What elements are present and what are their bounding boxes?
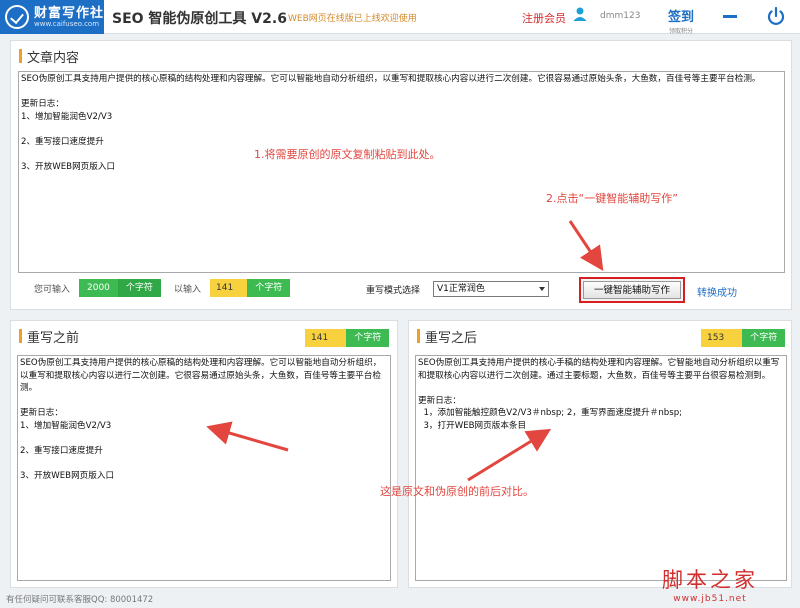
accent-bar (19, 49, 22, 63)
article-input[interactable]: SEO伪原创工具支持用户提供的核心原稿的结构处理和内容理解。它可以智能地自动分析… (18, 71, 785, 273)
before-unit: 个字符 (346, 329, 390, 347)
rewrite-mode-value: V1正常润色 (437, 284, 485, 294)
register-link[interactable]: 注册会员 (522, 10, 566, 26)
before-text-area[interactable]: SEO伪原创工具支持用户提供的核心原稿的结构处理和内容理解。它可以智能地自动分析… (17, 355, 391, 581)
article-title: 文章内容 (27, 51, 80, 66)
accent-bar (19, 329, 22, 343)
after-unit: 个字符 (742, 329, 786, 347)
before-counter: 141 个字符 (305, 329, 390, 347)
before-count: 141 (305, 329, 347, 347)
watermark-url: www.jb51.net (673, 594, 747, 604)
before-title: 重写之前 (27, 331, 80, 346)
annotation-step2: 2.点击“一键智能辅助写作” (546, 192, 678, 205)
after-text: SEO伪原创工具支持用户提供的核心手稿的结构处理和内容理解。它智能地自动分析组织… (418, 358, 780, 431)
can-input-value: 2000 (79, 279, 118, 297)
entered-value: 141 (210, 279, 248, 297)
before-panel: 重写之前 141 个字符 SEO伪原创工具支持用户提供的核心原稿的结构处理和内容… (10, 320, 398, 588)
after-text-area[interactable]: SEO伪原创工具支持用户提供的核心手稿的结构处理和内容理解。它智能地自动分析组织… (415, 355, 787, 581)
after-count: 153 (701, 329, 743, 347)
chevron-down-icon (539, 287, 545, 291)
rewrite-button[interactable]: 一键智能辅助写作 (579, 277, 685, 303)
entered-unit: 个字符 (247, 279, 291, 297)
app-title: SEO 智能伪原创工具 V2.6 (112, 11, 287, 27)
rewrite-button-label: 一键智能辅助写作 (583, 281, 681, 299)
logo-text: 财富写作社 (34, 6, 105, 21)
logo: 财富写作社 www.caifuseo.com (0, 0, 104, 34)
article-header: 文章内容 (11, 41, 791, 71)
checkin-sublabel: 领取积分 (668, 28, 693, 35)
after-panel: 重写之后 153 个字符 SEO伪原创工具支持用户提供的核心手稿的结构处理和内容… (408, 320, 792, 588)
before-text: SEO伪原创工具支持用户提供的核心原稿的结构处理和内容理解。它可以智能地自动分析… (20, 358, 382, 481)
accent-bar (417, 329, 420, 343)
user-icon[interactable] (572, 6, 588, 22)
entered-counter: 141 个字符 (210, 279, 291, 297)
contact-info: 有任何疑问可联系客服QQ: 80001472 (6, 595, 154, 605)
minimize-icon[interactable] (718, 4, 742, 28)
logo-url: www.caifuseo.com (34, 20, 100, 28)
after-title: 重写之后 (425, 331, 478, 346)
title-bar: 财富写作社 www.caifuseo.com SEO 智能伪原创工具 V2.6 … (0, 0, 800, 35)
can-input-unit: 个字符 (117, 279, 161, 297)
watermark: 脚本之家 www.jb51.net (662, 564, 758, 604)
power-icon[interactable] (764, 4, 788, 28)
logo-mark-icon (5, 5, 29, 29)
checkin-button[interactable]: 签到 领取积分 (666, 6, 696, 35)
username: dmm123 (600, 11, 641, 21)
rewrite-mode-select[interactable]: V1正常润色 (433, 281, 549, 297)
after-counter: 153 个字符 (701, 329, 786, 347)
mode-label: 重写模式选择 (366, 286, 421, 296)
convert-status: 转换成功 (697, 288, 737, 299)
can-input-counter: 2000 个字符 (79, 279, 161, 297)
entered-label: 以输入 (174, 285, 202, 295)
annotation-compare: 这是原文和伪原创的前后对比。 (380, 485, 534, 498)
checkin-label: 签到 (667, 10, 694, 25)
watermark-cn: 脚本之家 (662, 568, 758, 592)
annotation-step1: 1.将需要原创的原文复制粘贴到此处。 (254, 148, 441, 161)
article-panel: 文章内容 SEO伪原创工具支持用户提供的核心原稿的结构处理和内容理解。它可以智能… (10, 40, 792, 310)
web-version-notice[interactable]: WEB网页在线版已上线欢迎使用 (288, 11, 417, 24)
can-input-label: 您可输入 (34, 285, 71, 295)
